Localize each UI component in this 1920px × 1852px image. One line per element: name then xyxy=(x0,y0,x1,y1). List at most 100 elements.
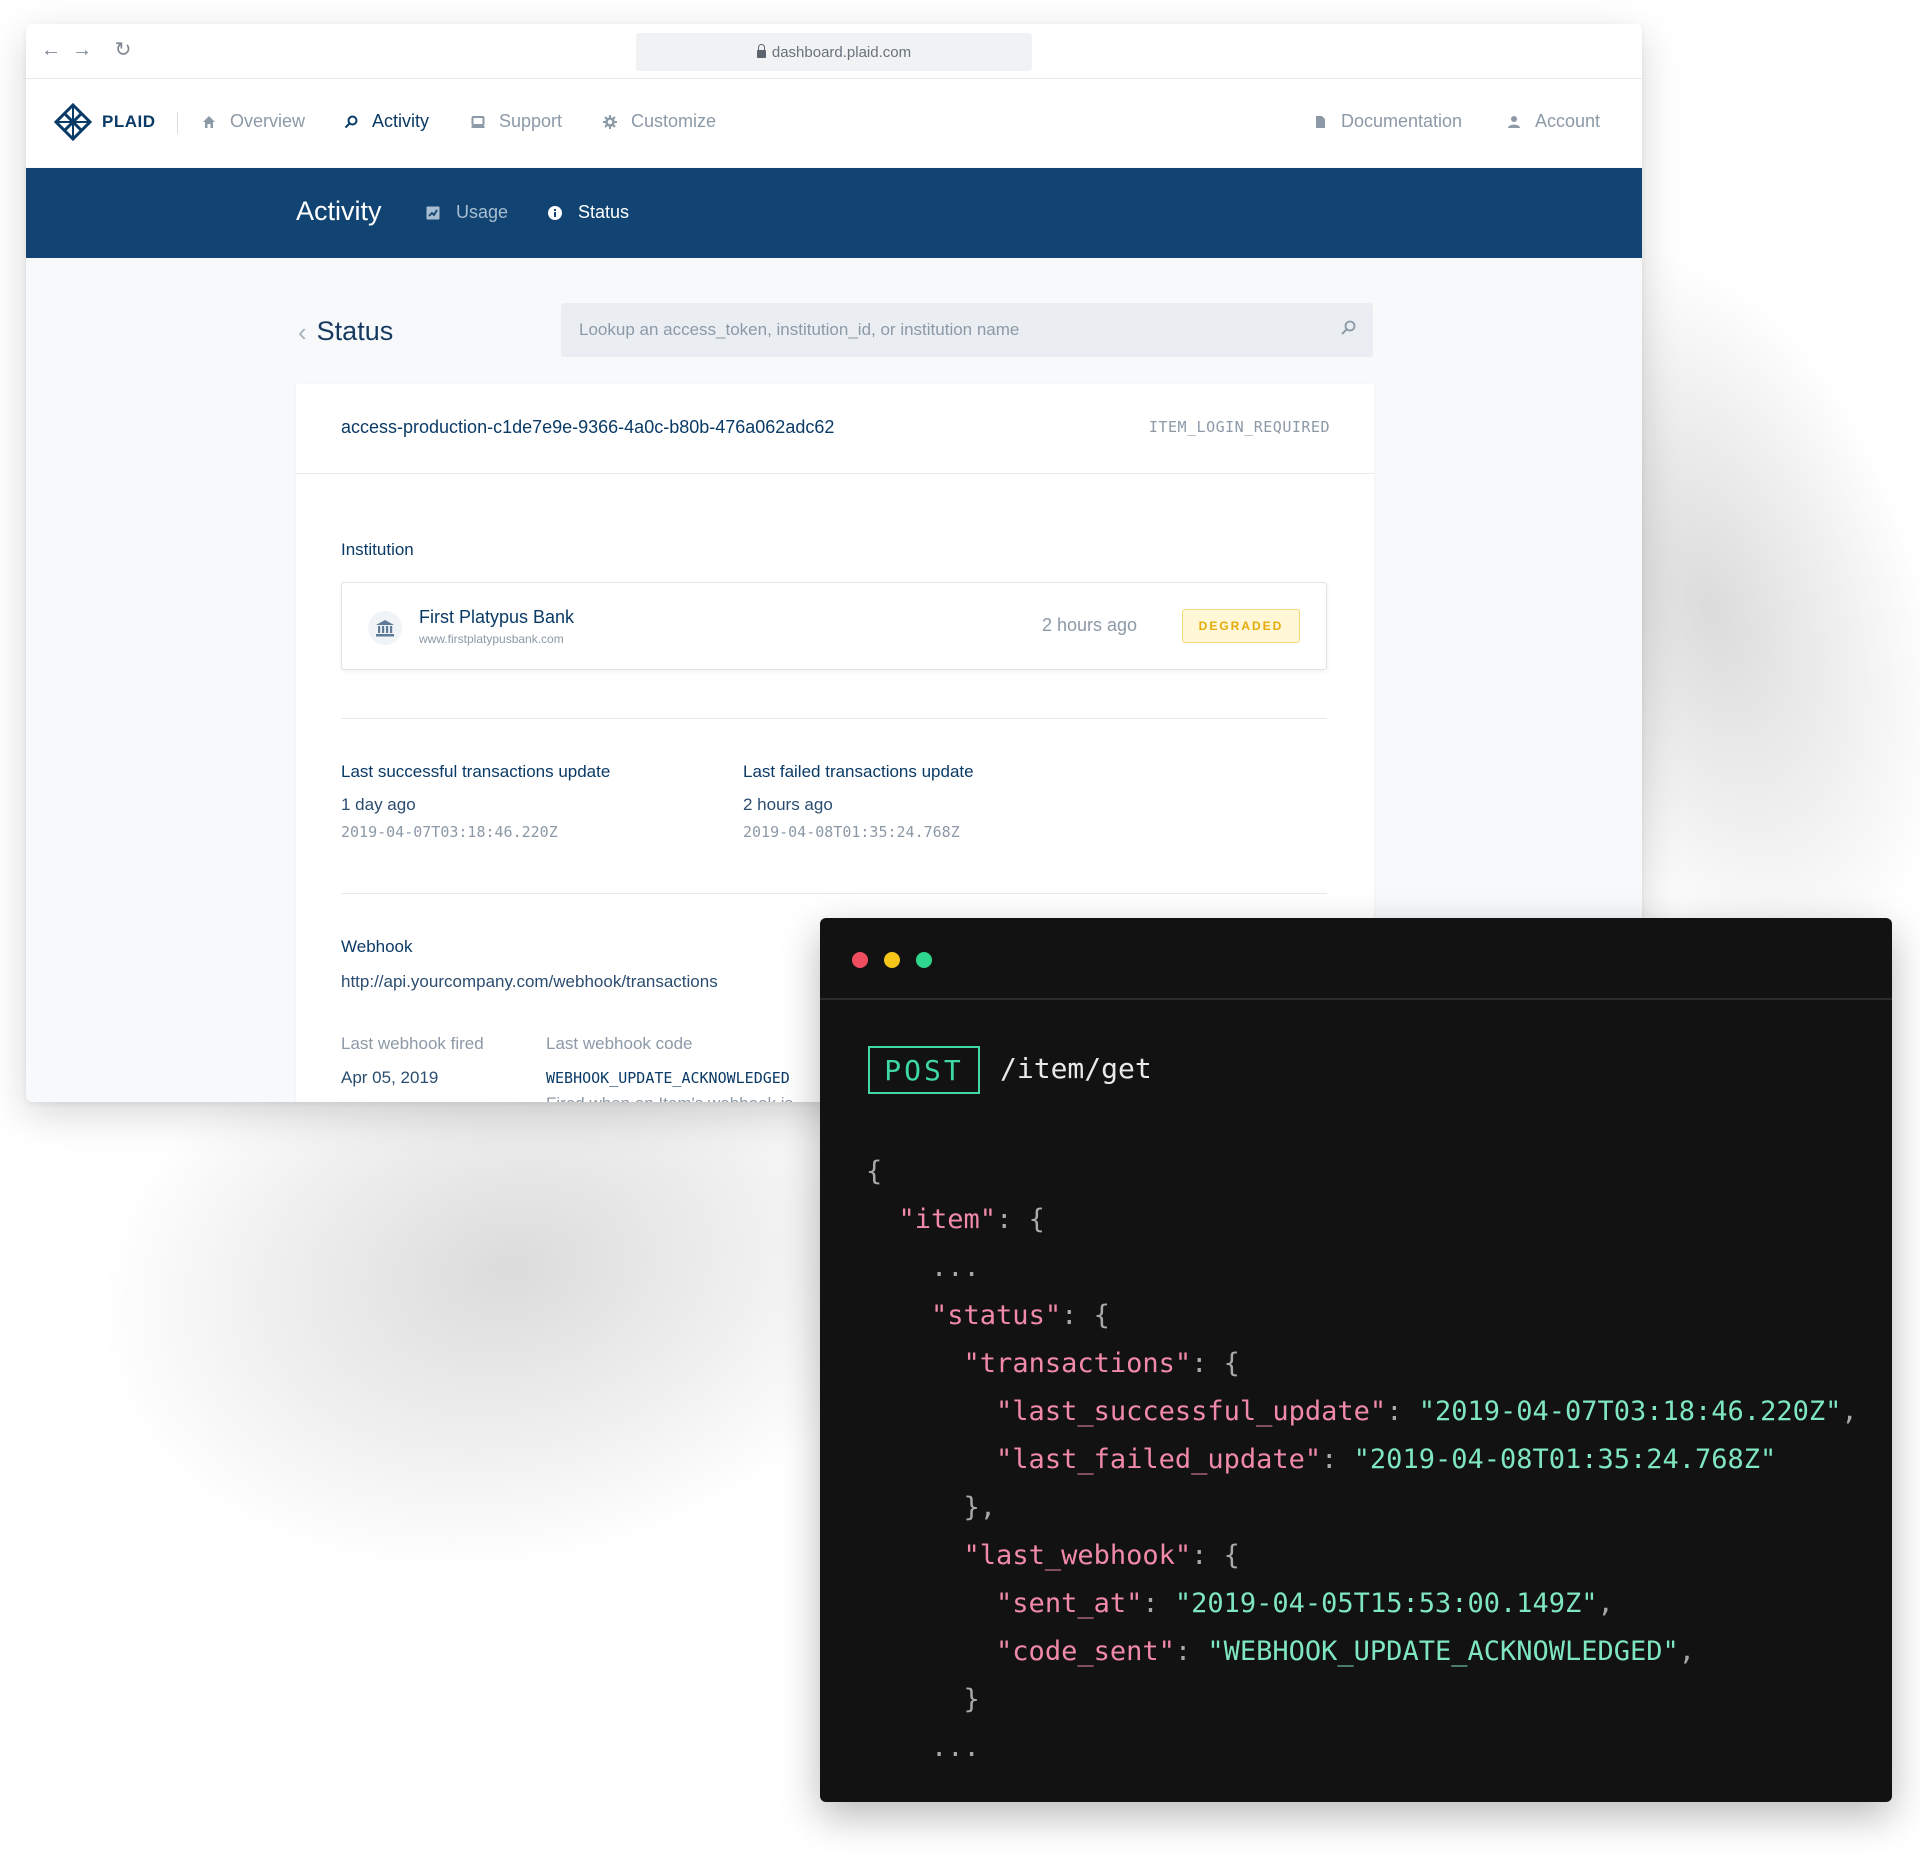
code-punctuation: { xyxy=(866,1156,883,1187)
code-string: "2019-04-05T15:53:00.149Z" xyxy=(1174,1588,1598,1619)
institution-name: First Platypus Bank xyxy=(419,607,575,627)
code-key: "code_sent" xyxy=(996,1636,1175,1667)
plaid-logo[interactable]: PLAID xyxy=(54,103,156,141)
browser-chrome: ← → ↻ dashboard.plaid.com xyxy=(26,24,1642,79)
last-failed-label: Last failed transactions update xyxy=(743,762,974,781)
http-method-badge: POST xyxy=(868,1046,980,1094)
institution-url: www.firstplatypusbank.com xyxy=(419,632,564,646)
section-title: Activity xyxy=(296,196,382,226)
code-line: } xyxy=(866,1676,1858,1724)
brand-name: PLAID xyxy=(102,112,156,131)
last-webhook-code-description: Fired when an Item's webhook is xyxy=(546,1094,793,1102)
last-failed-timestamp: 2019-04-08T01:35:24.768Z xyxy=(743,823,960,841)
search-icon xyxy=(344,115,358,128)
code-punctuation: : { xyxy=(996,1204,1045,1235)
nav-activity[interactable]: Activity xyxy=(344,111,429,132)
page-title: Status xyxy=(316,316,394,346)
code-line: "transactions": { xyxy=(866,1340,1858,1388)
nav-documentation[interactable]: Documentation xyxy=(1313,111,1462,132)
last-webhook-code-value: WEBHOOK_UPDATE_ACKNOWLEDGED xyxy=(546,1069,790,1087)
code-line: "last_failed_update": "2019-04-08T01:35:… xyxy=(866,1436,1858,1484)
code-line: ... xyxy=(866,1724,1858,1772)
code-key: "transactions" xyxy=(963,1348,1192,1379)
json-response-code: { "item": { ... "status": { "transaction… xyxy=(866,1148,1858,1772)
code-punctuation: , xyxy=(1678,1636,1696,1667)
window-minimize-dot[interactable] xyxy=(884,952,900,968)
code-key: "status" xyxy=(931,1300,1062,1331)
window-maximize-dot[interactable] xyxy=(916,952,932,968)
code-key: "last_webhook" xyxy=(963,1540,1192,1571)
tab-status-label: Status xyxy=(578,202,630,222)
code-punctuation: , xyxy=(1841,1396,1858,1427)
nav-overview[interactable]: Overview xyxy=(202,111,305,132)
nav-overview-label: Overview xyxy=(230,111,306,131)
code-key: "last_successful_update" xyxy=(996,1396,1387,1427)
code-punctuation: : xyxy=(1321,1444,1354,1475)
support-icon xyxy=(471,115,485,128)
webhook-label: Webhook xyxy=(341,937,413,956)
url-text: dashboard.plaid.com xyxy=(771,43,912,61)
code-key: "sent_at" xyxy=(996,1588,1143,1619)
nav-account-label: Account xyxy=(1535,111,1601,131)
code-punctuation: }, xyxy=(963,1492,997,1523)
code-punctuation: : xyxy=(1174,1636,1208,1667)
nav-support-label: Support xyxy=(499,111,563,131)
code-key: "last_failed_update" xyxy=(996,1444,1322,1475)
code-line: { xyxy=(866,1148,1858,1196)
error-code: ITEM_LOGIN_REQUIRED xyxy=(1148,418,1330,436)
search-icon[interactable] xyxy=(1340,320,1356,336)
last-webhook-fired-label: Last webhook fired xyxy=(341,1034,484,1053)
code-string: "WEBHOOK_UPDATE_ACKNOWLEDGED" xyxy=(1207,1636,1679,1667)
section-divider xyxy=(341,893,1327,894)
code-punctuation: : xyxy=(1142,1588,1175,1619)
code-terminal-window: POST /item/get { "item": { ... "status":… xyxy=(820,918,1892,1802)
window-close-dot[interactable] xyxy=(852,952,868,968)
code-line: "item": { xyxy=(866,1196,1858,1244)
nav-support[interactable]: Support xyxy=(471,111,562,132)
nav-customize[interactable]: Customize xyxy=(603,111,716,132)
code-line: "last_webhook": { xyxy=(866,1532,1858,1580)
institution-row[interactable]: First Platypus Bank www.firstplatypusban… xyxy=(341,582,1327,670)
tab-usage-label: Usage xyxy=(456,202,509,222)
nav-customize-label: Customize xyxy=(631,111,717,131)
section-header-bar: Activity Usage Status xyxy=(26,168,1642,258)
code-punctuation: : xyxy=(1386,1396,1419,1427)
institution-updated-time: 2 hours ago xyxy=(1042,615,1138,635)
tab-usage[interactable]: Usage xyxy=(426,202,508,223)
code-string: "2019-04-08T01:35:24.768Z" xyxy=(1353,1444,1777,1475)
card-divider xyxy=(296,473,1374,474)
reload-icon[interactable]: ↻ xyxy=(112,38,134,62)
bank-icon xyxy=(368,611,402,645)
address-bar[interactable]: dashboard.plaid.com xyxy=(636,33,1032,71)
forward-arrow-icon[interactable]: → xyxy=(71,38,93,62)
info-icon xyxy=(548,205,562,220)
code-line: ... xyxy=(866,1244,1858,1292)
section-divider xyxy=(341,718,1327,719)
code-line: "code_sent": "WEBHOOK_UPDATE_ACKNOWLEDGE… xyxy=(866,1628,1858,1676)
code-string: "2019-04-07T03:18:46.220Z" xyxy=(1418,1396,1842,1427)
last-webhook-code-label: Last webhook code xyxy=(546,1034,693,1053)
nav-documentation-label: Documentation xyxy=(1341,111,1463,131)
top-navigation: PLAID Overview Activity Support Customiz… xyxy=(26,79,1642,167)
webhook-url[interactable]: http://api.yourcompany.com/webhook/trans… xyxy=(341,972,718,992)
gear-icon xyxy=(603,114,617,129)
search-input[interactable] xyxy=(561,303,1373,357)
code-punctuation: : { xyxy=(1061,1300,1110,1331)
last-failed-relative: 2 hours ago xyxy=(743,795,833,814)
code-punctuation: : { xyxy=(1191,1348,1240,1379)
nav-divider xyxy=(177,112,178,134)
tab-status[interactable]: Status xyxy=(548,202,629,223)
institution-label: Institution xyxy=(341,540,414,559)
code-line: }, xyxy=(866,1484,1858,1532)
code-line: "status": { xyxy=(866,1292,1858,1340)
code-punctuation: : { xyxy=(1191,1540,1240,1571)
code-punctuation: ... xyxy=(931,1252,980,1283)
back-chevron-icon[interactable]: ‹ xyxy=(298,319,307,345)
user-icon xyxy=(1508,115,1520,128)
lock-icon xyxy=(756,44,766,58)
last-success-label: Last successful transactions update xyxy=(341,762,611,781)
chart-icon xyxy=(426,206,440,219)
plaid-logo-icon xyxy=(54,103,92,141)
back-arrow-icon[interactable]: ← xyxy=(40,38,62,62)
nav-account[interactable]: Account xyxy=(1507,111,1600,132)
